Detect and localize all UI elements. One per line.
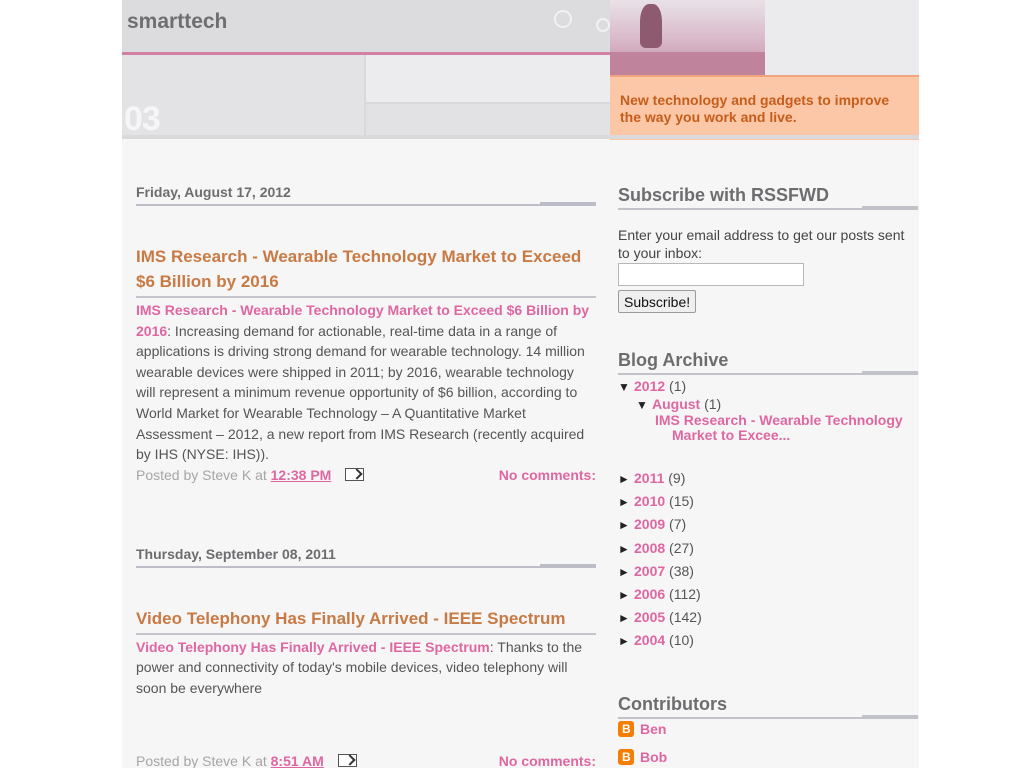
archive-count: (1) bbox=[669, 378, 687, 394]
comments-link[interactable]: No comments: bbox=[499, 467, 596, 483]
expand-toggle-icon[interactable]: ► bbox=[618, 607, 634, 630]
contributor-name[interactable]: Ben bbox=[640, 721, 666, 737]
archive-year-row: ► 2006 (112) bbox=[618, 583, 918, 606]
header-photo-band bbox=[610, 52, 765, 75]
archive-count: (112) bbox=[669, 585, 701, 602]
main-column: Friday, August 17, 2012 IMS Research - W… bbox=[136, 150, 596, 768]
header-banner-panel bbox=[366, 55, 610, 102]
archive-year-list: ► 2011 (9) ► 2010 (15) ► 2009 (7) ► 2008 (27) ► 2… bbox=[618, 467, 918, 653]
comments-link[interactable]: No comments: bbox=[499, 753, 596, 768]
expand-toggle-icon[interactable]: ► bbox=[618, 538, 634, 561]
archive-year-link[interactable]: 2010 bbox=[634, 493, 665, 509]
post-time-link[interactable]: 8:51 AM bbox=[271, 753, 324, 768]
collapse-toggle-icon[interactable]: ▼ bbox=[636, 396, 652, 414]
post-author: Posted by Steve K at bbox=[136, 466, 271, 483]
archive-count: (142) bbox=[669, 609, 702, 626]
post-body-text: : Increasing demand for actionable, real… bbox=[136, 322, 585, 463]
email-input[interactable] bbox=[618, 263, 804, 286]
header-banner-panel bbox=[366, 104, 610, 135]
page-container: smarttech 03 New technology and gadgets … bbox=[122, 0, 919, 768]
archive-year-link[interactable]: 2007 bbox=[634, 563, 665, 579]
expand-toggle-icon[interactable]: ► bbox=[618, 584, 634, 607]
site-tagline: New technology and gadgets to improve th… bbox=[620, 92, 890, 125]
post-time-link[interactable]: 12:38 PM bbox=[271, 467, 332, 483]
archive-year-link[interactable]: 2004 bbox=[634, 632, 665, 648]
archive-year-row: ► 2007 (38) bbox=[618, 560, 918, 583]
subscribe-widget: Subscribe with RSSFWD Enter your email a… bbox=[618, 185, 918, 313]
post-date: Friday, August 17, 2012 bbox=[136, 184, 596, 206]
archive-post-link[interactable]: IMS Research - Wearable Technology Marke… bbox=[618, 413, 918, 443]
email-post-icon[interactable] bbox=[345, 467, 365, 481]
blogger-icon bbox=[618, 720, 634, 737]
header-divider bbox=[122, 135, 919, 139]
archive-count: (10) bbox=[669, 632, 694, 649]
post-title[interactable]: IMS Research - Wearable Technology Marke… bbox=[136, 244, 596, 298]
contributor-name[interactable]: Bob bbox=[640, 749, 667, 765]
archive-count: (38) bbox=[669, 562, 694, 579]
header-banner: 03 bbox=[122, 55, 610, 138]
post: Thursday, September 08, 2011 Video Telep… bbox=[136, 546, 596, 768]
archive-year-row: ► 2010 (15) bbox=[618, 490, 918, 513]
archive-year-row: ► 2009 (7) bbox=[618, 513, 918, 536]
decorative-circle-icon bbox=[554, 10, 572, 28]
archive-count: (27) bbox=[669, 539, 694, 556]
email-post-icon[interactable] bbox=[337, 753, 357, 767]
header-title-bar: smarttech bbox=[122, 0, 610, 55]
post-date: Thursday, September 08, 2011 bbox=[136, 546, 596, 568]
expand-toggle-icon[interactable]: ► bbox=[618, 468, 634, 491]
post-footer: Posted by Steve K at 8:51 AM No comments… bbox=[136, 753, 596, 768]
archive-heading: Blog Archive bbox=[618, 350, 918, 375]
archive-widget: Blog Archive ▼ 2012 (1) ▼ August (1) IMS R… bbox=[618, 350, 918, 653]
sidebar: Subscribe with RSSFWD Enter your email a… bbox=[618, 150, 918, 768]
archive-count: (7) bbox=[669, 516, 687, 533]
post-title[interactable]: Video Telephony Has Finally Arrived - IE… bbox=[136, 606, 596, 635]
contributor-ben[interactable]: Ben bbox=[618, 719, 918, 747]
subscribe-text: Enter your email address to get our post… bbox=[618, 227, 905, 261]
archive-year-link[interactable]: 2011 bbox=[634, 470, 664, 486]
header-banner-panel: 03 bbox=[122, 55, 364, 138]
tagline-box: New technology and gadgets to improve th… bbox=[610, 75, 919, 140]
archive-year-row: ► 2005 (142) bbox=[618, 606, 918, 629]
archive-year-row: ▼ 2012 (1) bbox=[618, 377, 918, 395]
contributors-widget: Contributors Ben Bob bbox=[618, 694, 918, 768]
post-author: Posted by Steve K at bbox=[136, 752, 271, 768]
decorative-circle-icon bbox=[596, 18, 610, 32]
contributor-bob[interactable]: Bob bbox=[618, 747, 918, 768]
blogger-icon bbox=[618, 748, 634, 765]
archive-post-line: IMS Research - Wearable Technology bbox=[655, 412, 903, 428]
archive-year-row: ► 2008 (27) bbox=[618, 537, 918, 560]
post-body: IMS Research - Wearable Technology Marke… bbox=[136, 300, 596, 465]
archive-year-row: ► 2004 (10) bbox=[618, 629, 918, 652]
contributors-heading: Contributors bbox=[618, 694, 918, 719]
expand-toggle-icon[interactable]: ► bbox=[618, 561, 634, 584]
archive-year-link[interactable]: 2012 bbox=[634, 378, 665, 394]
expand-toggle-icon[interactable]: ► bbox=[618, 514, 634, 537]
post-source-link[interactable]: Video Telephony Has Finally Arrived - IE… bbox=[136, 639, 490, 655]
subscribe-button[interactable]: Subscribe! bbox=[618, 290, 697, 313]
archive-count: (9) bbox=[668, 470, 686, 486]
archive-month-link[interactable]: August bbox=[652, 396, 700, 412]
archive-post-line: Market to Excee... bbox=[672, 427, 791, 443]
expand-toggle-icon[interactable]: ► bbox=[618, 630, 634, 653]
post-body: Video Telephony Has Finally Arrived - IE… bbox=[136, 637, 596, 699]
expand-toggle-icon[interactable]: ► bbox=[618, 491, 634, 514]
post-footer: Posted by Steve K at 12:38 PM No comment… bbox=[136, 467, 596, 487]
header-deco-number: 03 bbox=[124, 100, 161, 138]
archive-year-link[interactable]: 2005 bbox=[634, 609, 665, 625]
archive-year-row: ► 2011 (9) bbox=[618, 467, 918, 490]
archive-count: (1) bbox=[704, 396, 722, 412]
site-title[interactable]: smarttech bbox=[127, 10, 227, 34]
archive-year-link[interactable]: 2006 bbox=[634, 586, 665, 602]
post: Friday, August 17, 2012 IMS Research - W… bbox=[136, 184, 596, 487]
archive-year-link[interactable]: 2009 bbox=[634, 516, 665, 532]
archive-count: (15) bbox=[669, 493, 694, 510]
archive-month-row: ▼ August (1) bbox=[618, 395, 918, 413]
header-photo bbox=[610, 0, 919, 75]
archive-year-link[interactable]: 2008 bbox=[634, 540, 665, 556]
header-photo-faded bbox=[765, 0, 919, 75]
subscribe-heading: Subscribe with RSSFWD bbox=[618, 185, 918, 210]
statue-image bbox=[640, 4, 662, 48]
collapse-toggle-icon[interactable]: ▼ bbox=[618, 378, 634, 396]
